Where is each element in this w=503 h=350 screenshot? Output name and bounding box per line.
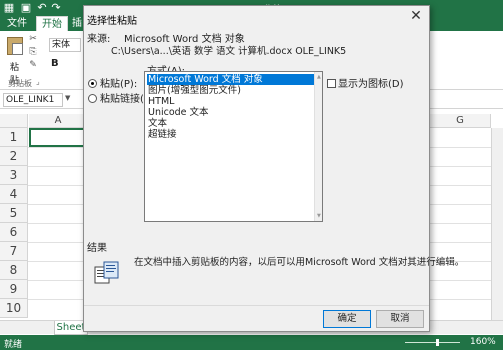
- list-scrollbar[interactable]: ▲ ▼: [314, 72, 322, 221]
- list-item[interactable]: 超链接: [147, 129, 177, 140]
- status-ready: 就绪: [4, 340, 23, 350]
- row-header[interactable]: 7: [0, 242, 28, 261]
- row-header[interactable]: 4: [0, 185, 28, 204]
- format-list[interactable]: Microsoft Word 文档 对象 图片(增强型图元文件) HTML Un…: [144, 71, 323, 222]
- dialog-title: 选择性粘贴: [87, 16, 137, 27]
- list-item[interactable]: HTML: [147, 96, 174, 107]
- radio-paste-label: 粘贴(P):: [100, 79, 138, 90]
- row-header[interactable]: 9: [0, 280, 28, 299]
- paste-special-dialog: 选择性粘贴 ✕ 来源: Microsoft Word 文档 对象 C:\User…: [83, 5, 464, 332]
- checkbox-icon[interactable]: [327, 79, 336, 88]
- zoom-level[interactable]: 160%: [470, 337, 496, 347]
- display-as-icon-checkbox[interactable]: 显示为图标(D): [327, 75, 404, 90]
- list-item[interactable]: Unicode 文本: [147, 107, 209, 118]
- row-header[interactable]: 6: [0, 223, 28, 242]
- active-cell[interactable]: [29, 128, 87, 147]
- radio-unselected-icon[interactable]: [88, 94, 97, 103]
- zoom-slider[interactable]: [405, 342, 460, 343]
- column-header-g[interactable]: G: [430, 114, 491, 128]
- excel-logo-icon: ▦: [3, 1, 15, 14]
- copy-icon[interactable]: ⎘: [28, 47, 38, 57]
- divider: [84, 305, 429, 306]
- tab-file[interactable]: 文件: [0, 16, 34, 31]
- list-item[interactable]: 文本: [147, 118, 167, 129]
- row-header[interactable]: 8: [0, 261, 28, 280]
- row-header[interactable]: 2: [0, 147, 28, 166]
- scroll-up-icon[interactable]: ▲: [317, 74, 321, 80]
- ok-button[interactable]: 确定: [323, 310, 371, 328]
- bold-button[interactable]: B: [51, 58, 59, 69]
- name-box[interactable]: OLE_LINK1: [3, 93, 63, 107]
- paste-button[interactable]: 粘贴: [4, 35, 26, 86]
- result-label: 结果: [87, 243, 107, 254]
- cancel-button[interactable]: 取消: [376, 310, 424, 328]
- zoom-slider-knob[interactable]: [436, 339, 439, 346]
- dialog-launcher-icon[interactable]: ⌟: [36, 77, 40, 86]
- redo-icon[interactable]: ↷: [50, 2, 62, 14]
- save-icon[interactable]: ▣: [20, 2, 32, 14]
- close-icon[interactable]: ✕: [406, 7, 426, 25]
- row-header[interactable]: 1: [0, 128, 28, 147]
- row-header[interactable]: 3: [0, 166, 28, 185]
- radio-selected-icon[interactable]: [88, 79, 97, 88]
- cut-icon[interactable]: ✂: [28, 34, 38, 44]
- source-path: C:\Users\a...\英语 数学 语文 计算机.docx OLE_LINK…: [111, 46, 347, 57]
- row-header[interactable]: 10: [0, 299, 28, 318]
- scroll-down-icon[interactable]: ▼: [317, 213, 321, 219]
- select-all-corner[interactable]: [0, 114, 28, 128]
- column-header-a[interactable]: A: [29, 114, 88, 128]
- undo-icon[interactable]: ↶: [36, 2, 48, 14]
- radio-paste[interactable]: 粘贴(P):: [88, 75, 137, 90]
- list-item[interactable]: Microsoft Word 文档 对象: [147, 74, 316, 85]
- paste-result-icon: [94, 261, 119, 284]
- clipboard-group-label: 剪贴板: [8, 79, 32, 88]
- result-description: 在文档中插入剪贴板的内容，以后可以用Microsoft Word 文档对其进行编…: [134, 257, 465, 268]
- list-item[interactable]: 图片(增强型图元文件): [147, 85, 241, 96]
- status-bar: 就绪 160%: [0, 335, 503, 350]
- vertical-scrollbar[interactable]: [491, 128, 503, 320]
- chevron-down-icon[interactable]: ▼: [65, 94, 70, 102]
- display-as-icon-label: 显示为图标(D): [338, 79, 404, 90]
- format-painter-icon[interactable]: ✎: [28, 60, 38, 70]
- row-header[interactable]: 5: [0, 204, 28, 223]
- source-label: 来源:: [87, 34, 111, 45]
- font-name-box[interactable]: 宋体: [49, 38, 81, 52]
- tab-home[interactable]: 开始: [36, 16, 68, 31]
